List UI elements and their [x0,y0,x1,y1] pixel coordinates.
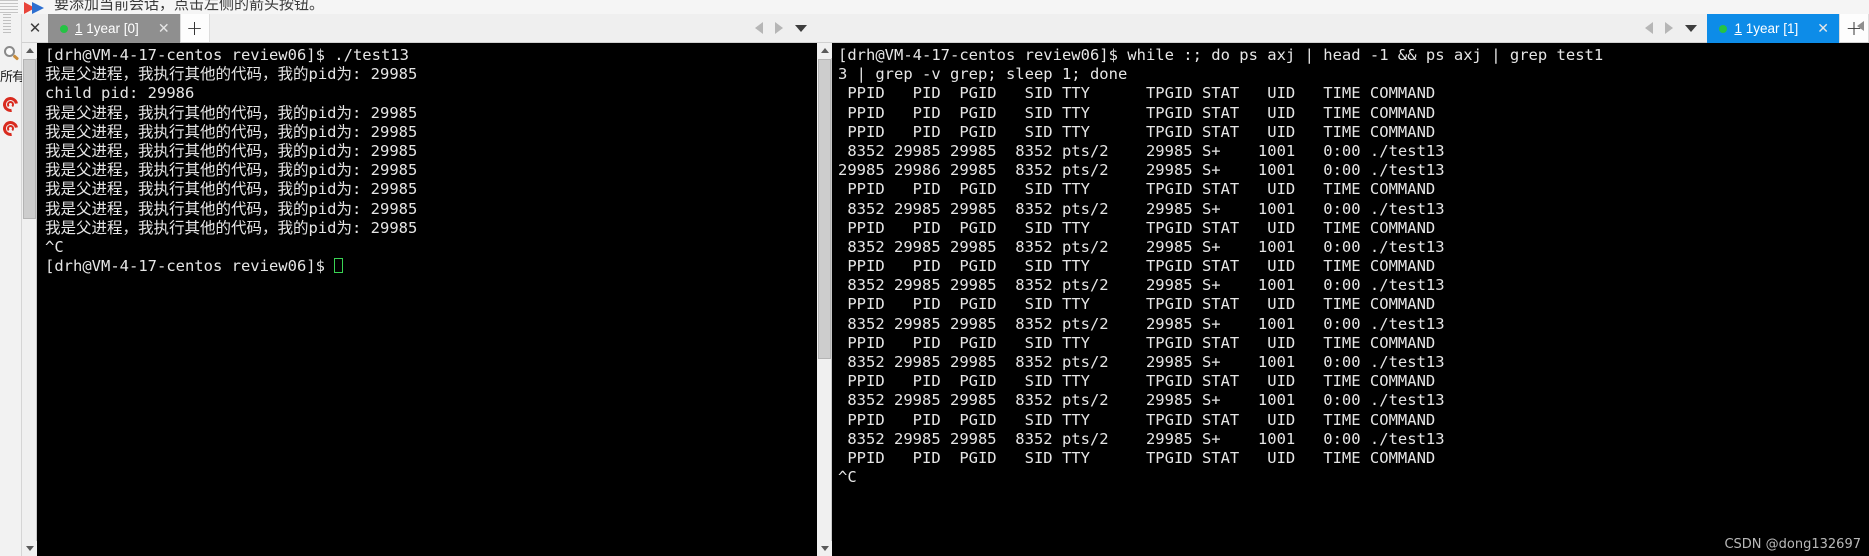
bookmark-flag-icon [24,1,46,14]
terminal-line: 我是父进程，我执行其他的代码，我的pid为: 29985 [45,122,418,141]
right-terminal-output[interactable]: [drh@VM-4-17-centos review06]$ while :; … [832,43,1869,556]
arrow-right-icon[interactable] [775,22,783,34]
terminal-line: 8352 29985 29985 8352 pts/2 29985 S+ 100… [838,237,1445,256]
tabbar-spacer [210,14,745,42]
left-terminal-scrollbar[interactable] [22,43,37,556]
arrow-left-icon[interactable] [1645,22,1654,34]
tab-name: 1year [1] [1745,21,1799,36]
right-terminal-body: [drh@VM-4-17-centos review06]$ while :; … [817,43,1869,556]
window-edge-arrow-icon[interactable] [1853,18,1867,34]
terminal-line: PPID PID PGID SID TTY TPGID STAT UID TIM… [838,84,1436,103]
close-icon[interactable]: ✕ [158,22,170,36]
csdn-watermark: CSDN @dong132697 [1724,537,1861,552]
tab-label: 1 1year [1] [1734,21,1798,36]
terminal-line: PPID PID PGID SID TTY TPGID STAT UID TIM… [838,410,1436,429]
left-icon-rail: 所有 [0,14,22,556]
ruler-decoration [0,0,18,14]
terminal-line: PPID PID PGID SID TTY TPGID STAT UID TIM… [838,180,1436,199]
terminal-cursor [334,258,344,274]
scroll-down-button[interactable] [22,541,37,556]
arrow-right-icon[interactable] [1665,22,1674,34]
left-tab-nav [745,14,817,42]
left-terminal-output[interactable]: [drh@VM-4-17-centos review06]$ ./test13 我… [37,43,817,556]
terminal-line: PPID PID PGID SID TTY TPGID STAT UID TIM… [838,122,1436,141]
terminal-line: child pid: 29986 [45,84,195,103]
terminal-line: 8352 29985 29985 8352 pts/2 29985 S+ 100… [838,199,1445,218]
new-tab-button[interactable]: + [179,14,210,42]
terminal-line: 我是父进程，我执行其他的代码，我的pid为: 29985 [45,65,418,84]
terminal-line: PPID PID PGID SID TTY TPGID STAT UID TIM… [838,333,1436,352]
terminal-line: PPID PID PGID SID TTY TPGID STAT UID TIM… [838,372,1436,391]
spiral-icon[interactable] [0,94,21,115]
tab-index: 1 [1734,21,1742,36]
rail-label-all: 所有 [0,70,22,85]
tab-1year-0[interactable]: 1 1year [0] ✕ [48,14,180,43]
terminal-line: PPID PID PGID SID TTY TPGID STAT UID TIM… [838,448,1436,467]
scrollbar-thumb[interactable] [23,59,36,219]
terminal-line: 8352 29985 29985 8352 pts/2 29985 S+ 100… [838,429,1445,448]
terminal-line: 我是父进程，我执行其他的代码，我的pid为: 29985 [45,161,418,180]
hint-text: 要添加当前会话，点击左侧的箭头按钮。 [54,0,325,13]
terminal-line: PPID PID PGID SID TTY TPGID STAT UID TIM… [838,218,1436,237]
scroll-down-button[interactable] [817,541,832,556]
terminal-line: 我是父进程，我执行其他的代码，我的pid为: 29985 [45,103,418,122]
ruler-decoration [3,14,11,34]
terminal-line: [drh@VM-4-17-centos review06]$ while :; … [838,46,1604,64]
terminal-line: 8352 29985 29985 8352 pts/2 29985 S+ 100… [838,276,1445,295]
terminal-line: 我是父进程，我执行其他的代码，我的pid为: 29985 [45,218,418,237]
scrollbar-thumb[interactable] [818,59,831,359]
terminal-line: 我是父进程，我执行其他的代码，我的pid为: 29985 [45,141,418,160]
terminal-line: PPID PID PGID SID TTY TPGID STAT UID TIM… [838,295,1436,314]
terminal-line: 29985 29986 29985 8352 pts/2 29985 S+ 10… [838,161,1445,180]
session-status-dot [60,24,68,33]
scroll-up-button[interactable] [817,43,832,58]
terminal-line: ^C [838,468,857,487]
terminal-line: PPID PID PGID SID TTY TPGID STAT UID TIM… [838,257,1436,276]
arrow-left-icon[interactable] [755,22,763,34]
tab-label: 1 1year [0] [75,21,139,36]
terminal-line: 3 | grep -v grep; sleep 1; done [838,65,1128,84]
right-terminal-panel: 1 1year [1] ✕ + [drh@VM-4-17-centos revi… [817,14,1869,556]
left-terminal-body: [drh@VM-4-17-centos review06]$ ./test13 我… [22,43,817,556]
right-terminal-scrollbar[interactable] [817,43,832,556]
tab-1year-1[interactable]: 1 1year [1] ✕ [1707,14,1839,43]
tabbar-spacer [817,14,1635,42]
left-terminal-panel: ✕ 1 1year [0] ✕ + [drh@VM-4-17-centos re… [22,14,817,556]
scroll-up-button[interactable] [22,43,37,58]
terminal-line: 我是父进程，我执行其他的代码，我的pid为: 29985 [45,199,418,218]
right-tabbar: 1 1year [1] ✕ + [817,14,1869,43]
terminal-line: 8352 29985 29985 8352 pts/2 29985 S+ 100… [838,314,1445,333]
app-window: 要添加当前会话，点击左侧的箭头按钮。 所有 ✕ 1 1year [0] ✕ + [0,0,1869,556]
search-icon[interactable] [2,44,21,63]
close-icon[interactable]: ✕ [1817,22,1829,36]
close-all-tabs-button[interactable]: ✕ [22,14,48,42]
terminal-line: [drh@VM-4-17-centos review06]$ ./test13 [45,46,409,64]
left-tabbar: ✕ 1 1year [0] ✕ + [22,14,817,43]
terminal-line: 8352 29985 29985 8352 pts/2 29985 S+ 100… [838,353,1445,371]
terminal-line: [drh@VM-4-17-centos review06]$ [45,257,817,276]
spiral-icon[interactable] [0,118,21,139]
terminal-line: ^C [45,237,64,256]
hint-strip: 要添加当前会话，点击左侧的箭头按钮。 [0,0,1869,14]
terminal-line: 我是父进程，我执行其他的代码，我的pid为: 29985 [45,180,418,199]
chevron-down-icon[interactable] [1685,24,1698,32]
tab-index: 1 [75,21,83,36]
chevron-down-icon[interactable] [795,24,807,32]
right-tab-nav [1635,14,1707,42]
terminal-line: 8352 29985 29985 8352 pts/2 29985 S+ 100… [838,391,1445,410]
terminal-line: 8352 29985 29985 8352 pts/2 29985 S+ 100… [838,141,1445,160]
terminal-line: PPID PID PGID SID TTY TPGID STAT UID TIM… [838,103,1436,122]
session-status-dot [1719,24,1728,33]
tab-name: 1year [0] [86,21,139,36]
